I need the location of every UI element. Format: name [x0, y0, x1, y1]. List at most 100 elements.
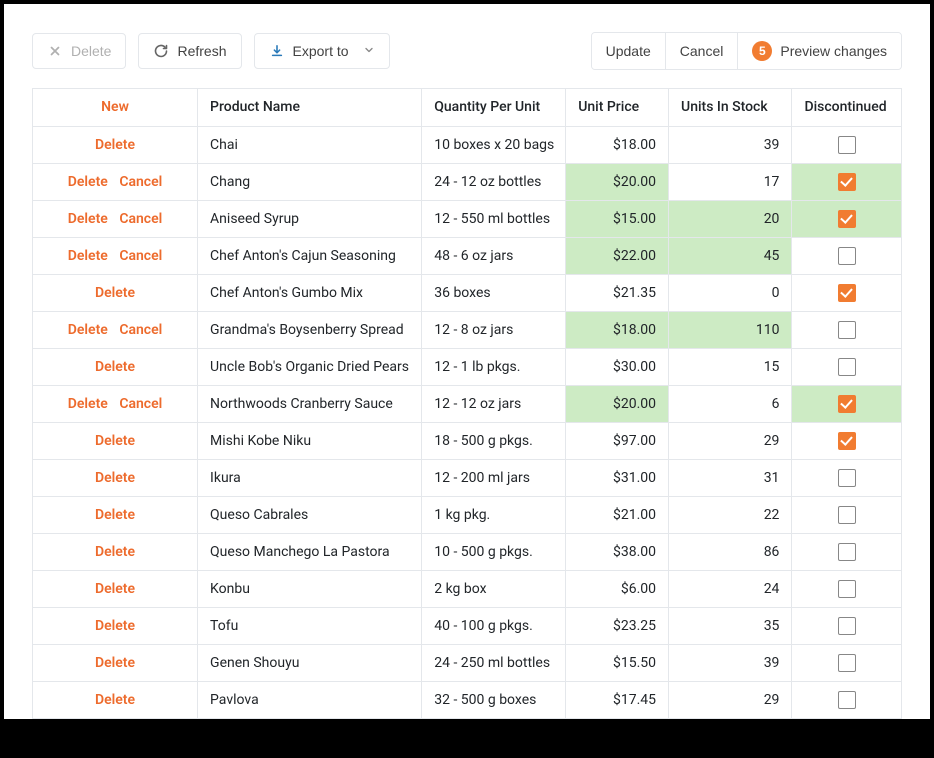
cell-product-name[interactable]: Genen Shouyu — [198, 644, 422, 681]
cell-unit-price[interactable]: $17.45 — [566, 681, 669, 718]
cell-qpu[interactable]: 24 - 12 oz bottles — [422, 163, 566, 200]
cell-unit-price[interactable]: $38.00 — [566, 533, 669, 570]
cell-discontinued[interactable] — [792, 385, 901, 422]
cell-units-in-stock[interactable]: 24 — [669, 570, 792, 607]
row-delete-link[interactable]: Delete — [95, 692, 135, 708]
discontinued-checkbox[interactable] — [838, 617, 856, 635]
row-cancel-link[interactable]: Cancel — [119, 211, 162, 227]
cell-discontinued[interactable] — [792, 126, 901, 163]
cell-product-name[interactable]: Chang — [198, 163, 422, 200]
cell-unit-price[interactable]: $23.25 — [566, 607, 669, 644]
cell-product-name[interactable]: Mishi Kobe Niku — [198, 422, 422, 459]
cell-discontinued[interactable] — [792, 459, 901, 496]
row-cancel-link[interactable]: Cancel — [119, 174, 162, 190]
preview-changes-button[interactable]: 5 Preview changes — [738, 33, 901, 69]
cell-units-in-stock[interactable]: 15 — [669, 348, 792, 385]
cell-unit-price[interactable]: $15.00 — [566, 200, 669, 237]
cell-product-name[interactable]: Aniseed Syrup — [198, 200, 422, 237]
cell-product-name[interactable]: Queso Manchego La Pastora — [198, 533, 422, 570]
cell-units-in-stock[interactable]: 20 — [669, 200, 792, 237]
row-delete-link[interactable]: Delete — [68, 396, 108, 412]
header-product-name[interactable]: Product Name — [198, 89, 422, 126]
header-qpu[interactable]: Quantity Per Unit — [422, 89, 566, 126]
row-delete-link[interactable]: Delete — [95, 581, 135, 597]
discontinued-checkbox[interactable] — [838, 654, 856, 672]
discontinued-checkbox[interactable] — [838, 247, 856, 265]
discontinued-checkbox[interactable] — [838, 580, 856, 598]
cell-unit-price[interactable]: $21.00 — [566, 496, 669, 533]
cell-product-name[interactable]: Uncle Bob's Organic Dried Pears — [198, 348, 422, 385]
cell-product-name[interactable]: Pavlova — [198, 681, 422, 718]
cell-discontinued[interactable] — [792, 274, 901, 311]
cell-units-in-stock[interactable]: 39 — [669, 644, 792, 681]
cell-units-in-stock[interactable]: 0 — [669, 274, 792, 311]
cell-unit-price[interactable]: $21.35 — [566, 274, 669, 311]
cell-qpu[interactable]: 10 - 500 g pkgs. — [422, 533, 566, 570]
cell-qpu[interactable]: 12 - 550 ml bottles — [422, 200, 566, 237]
cell-discontinued[interactable] — [792, 533, 901, 570]
row-delete-link[interactable]: Delete — [95, 507, 135, 523]
cell-qpu[interactable]: 12 - 12 oz jars — [422, 385, 566, 422]
cell-product-name[interactable]: Chai — [198, 126, 422, 163]
discontinued-checkbox[interactable] — [838, 469, 856, 487]
cell-unit-price[interactable]: $6.00 — [566, 570, 669, 607]
cell-units-in-stock[interactable]: 86 — [669, 533, 792, 570]
cell-unit-price[interactable]: $31.00 — [566, 459, 669, 496]
discontinued-checkbox[interactable] — [838, 321, 856, 339]
cell-qpu[interactable]: 36 boxes — [422, 274, 566, 311]
discontinued-checkbox[interactable] — [838, 395, 856, 413]
cell-product-name[interactable]: Queso Cabrales — [198, 496, 422, 533]
cell-discontinued[interactable] — [792, 607, 901, 644]
cancel-button[interactable]: Cancel — [666, 33, 739, 69]
cell-unit-price[interactable]: $15.50 — [566, 644, 669, 681]
header-unit-price[interactable]: Unit Price — [566, 89, 669, 126]
cell-unit-price[interactable]: $97.00 — [566, 422, 669, 459]
cell-discontinued[interactable] — [792, 422, 901, 459]
row-delete-link[interactable]: Delete — [95, 470, 135, 486]
export-button[interactable]: Export to — [254, 33, 390, 69]
cell-unit-price[interactable]: $20.00 — [566, 385, 669, 422]
cell-discontinued[interactable] — [792, 311, 901, 348]
cell-unit-price[interactable]: $30.00 — [566, 348, 669, 385]
cell-product-name[interactable]: Konbu — [198, 570, 422, 607]
cell-qpu[interactable]: 1 kg pkg. — [422, 496, 566, 533]
cell-qpu[interactable]: 32 - 500 g boxes — [422, 681, 566, 718]
cell-units-in-stock[interactable]: 31 — [669, 459, 792, 496]
cell-units-in-stock[interactable]: 110 — [669, 311, 792, 348]
cell-unit-price[interactable]: $18.00 — [566, 311, 669, 348]
row-cancel-link[interactable]: Cancel — [119, 248, 162, 264]
cell-discontinued[interactable] — [792, 348, 901, 385]
discontinued-checkbox[interactable] — [838, 506, 856, 524]
row-delete-link[interactable]: Delete — [95, 433, 135, 449]
cell-units-in-stock[interactable]: 17 — [669, 163, 792, 200]
refresh-button[interactable]: Refresh — [138, 33, 241, 69]
cell-units-in-stock[interactable]: 6 — [669, 385, 792, 422]
row-delete-link[interactable]: Delete — [95, 655, 135, 671]
discontinued-checkbox[interactable] — [838, 210, 856, 228]
cell-product-name[interactable]: Ikura — [198, 459, 422, 496]
header-units-in-stock[interactable]: Units In Stock — [669, 89, 792, 126]
row-delete-link[interactable]: Delete — [95, 137, 135, 153]
cell-units-in-stock[interactable]: 29 — [669, 681, 792, 718]
row-delete-link[interactable]: Delete — [95, 618, 135, 634]
cell-qpu[interactable]: 12 - 1 lb pkgs. — [422, 348, 566, 385]
cell-qpu[interactable]: 12 - 8 oz jars — [422, 311, 566, 348]
delete-button[interactable]: Delete — [32, 33, 126, 69]
cell-qpu[interactable]: 10 boxes x 20 bags — [422, 126, 566, 163]
header-discontinued[interactable]: Discontinued — [792, 89, 901, 126]
cell-unit-price[interactable]: $20.00 — [566, 163, 669, 200]
row-cancel-link[interactable]: Cancel — [119, 322, 162, 338]
row-delete-link[interactable]: Delete — [68, 174, 108, 190]
row-cancel-link[interactable]: Cancel — [119, 396, 162, 412]
discontinued-checkbox[interactable] — [838, 358, 856, 376]
cell-discontinued[interactable] — [792, 200, 901, 237]
cell-qpu[interactable]: 12 - 200 ml jars — [422, 459, 566, 496]
discontinued-checkbox[interactable] — [838, 691, 856, 709]
new-row-link[interactable]: New — [101, 99, 129, 115]
discontinued-checkbox[interactable] — [838, 284, 856, 302]
cell-discontinued[interactable] — [792, 644, 901, 681]
cell-discontinued[interactable] — [792, 163, 901, 200]
discontinued-checkbox[interactable] — [838, 432, 856, 450]
row-delete-link[interactable]: Delete — [68, 211, 108, 227]
cell-product-name[interactable]: Tofu — [198, 607, 422, 644]
